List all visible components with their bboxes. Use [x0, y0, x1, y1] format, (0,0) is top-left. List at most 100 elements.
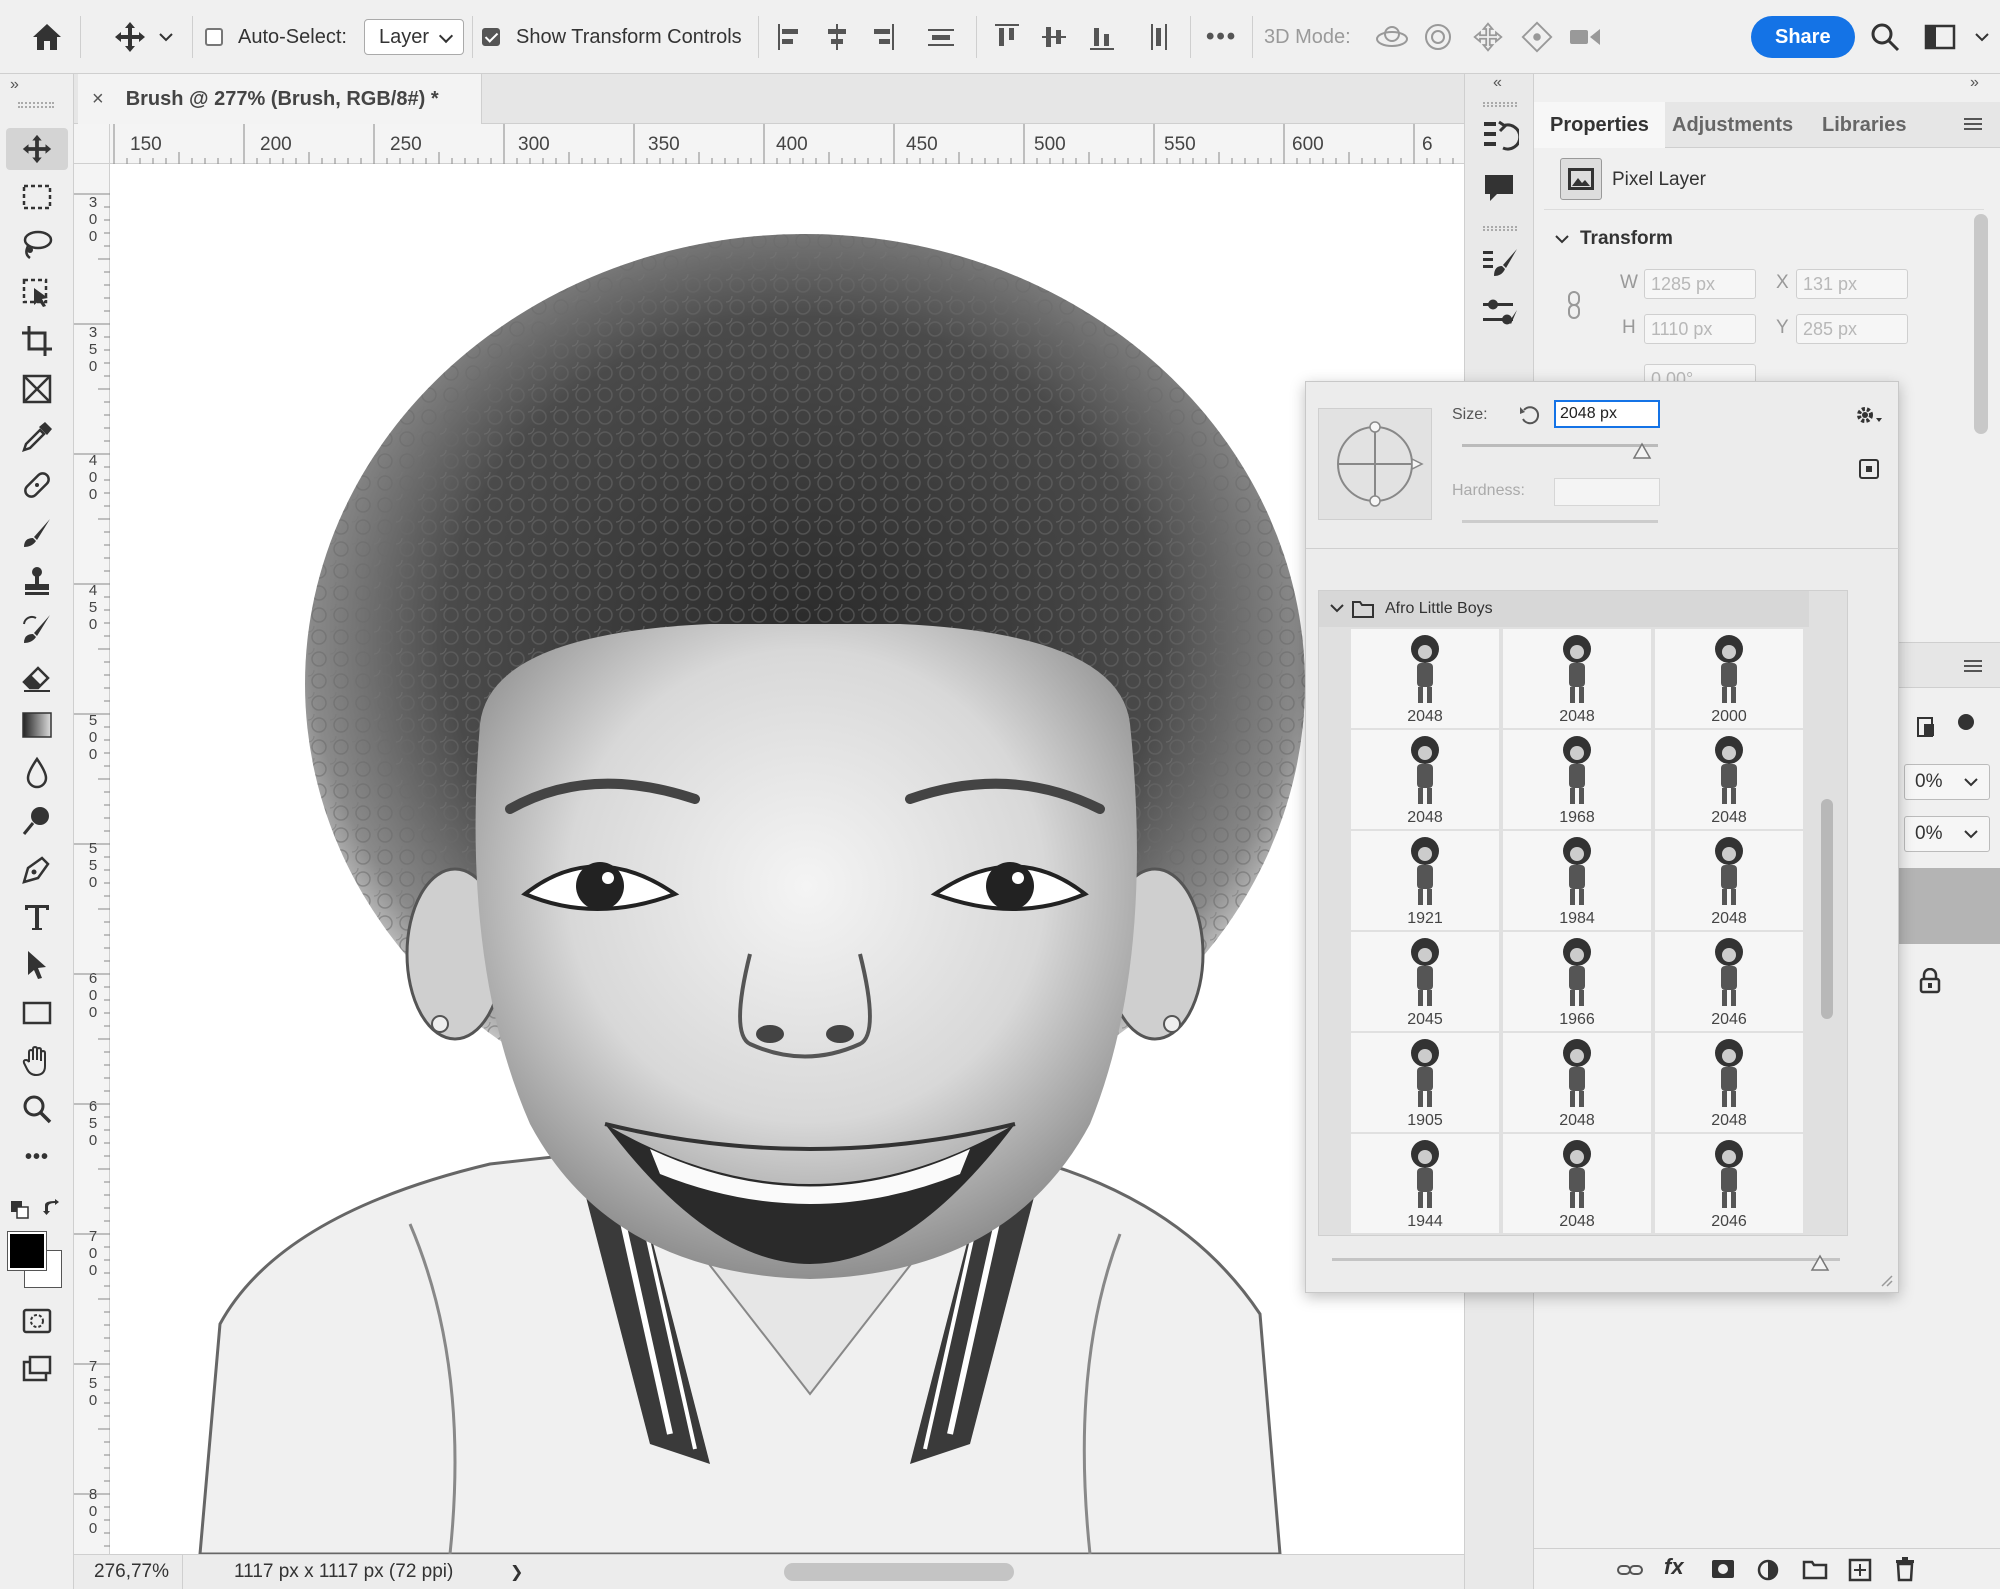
hardness-input[interactable]: [1554, 478, 1660, 506]
reset-size-icon[interactable]: [1518, 404, 1542, 431]
history-brush-tool-button[interactable]: [6, 608, 68, 650]
x-field[interactable]: 131 px: [1796, 269, 1908, 299]
history-icon[interactable]: [1481, 118, 1522, 159]
pan-3d-camera-icon[interactable]: [1472, 0, 1504, 74]
brush-preset-item[interactable]: 1921: [1351, 831, 1499, 930]
delete-layer-icon[interactable]: [1894, 1556, 1916, 1587]
hardness-slider-track[interactable]: [1462, 520, 1658, 523]
object-selection-tool-button[interactable]: [6, 272, 68, 314]
clone-stamp-tool-button[interactable]: [6, 560, 68, 602]
tab-libraries[interactable]: Libraries: [1806, 102, 1922, 148]
group-expand-chevron-icon[interactable]: [1329, 601, 1345, 620]
more-options-icon[interactable]: •••: [1206, 23, 1237, 51]
screen-mode-icon[interactable]: [6, 1348, 68, 1390]
pen-tool-button[interactable]: [6, 848, 68, 890]
brush-settings-gear-icon[interactable]: [1854, 404, 1884, 433]
move-tool-icon[interactable]: [112, 0, 148, 74]
panel-menu-icon[interactable]: [1962, 114, 1986, 139]
rectangular-marquee-tool-button[interactable]: [6, 176, 68, 218]
adjustment-layer-icon[interactable]: [1756, 1558, 1780, 1587]
brush-preset-item[interactable]: 2048: [1503, 629, 1651, 728]
distribute-horizontal-icon[interactable]: [926, 0, 956, 74]
brush-preset-item[interactable]: 2048: [1351, 730, 1499, 829]
layer-effects-icon[interactable]: fx: [1664, 1554, 1684, 1580]
brush-preset-item[interactable]: 1968: [1503, 730, 1651, 829]
zoom-tool-button[interactable]: [6, 1088, 68, 1130]
auto-select-checkbox[interactable]: [205, 0, 223, 74]
brush-preset-item[interactable]: 2046: [1655, 932, 1803, 1031]
share-button[interactable]: Share: [1751, 16, 1855, 58]
collapse-panels-icon[interactable]: «: [1493, 74, 1502, 92]
type-tool-button[interactable]: [6, 896, 68, 938]
crop-tool-button[interactable]: [6, 320, 68, 362]
brush-preset-item[interactable]: 1984: [1503, 831, 1651, 930]
tool-preset-chevron-icon[interactable]: [158, 0, 174, 74]
layers-panel-menu-icon[interactable]: [1962, 656, 1986, 681]
opacity-field[interactable]: 0%: [1904, 764, 1990, 800]
frame-tool-button[interactable]: [6, 368, 68, 410]
brush-preset-item[interactable]: 2048: [1655, 831, 1803, 930]
brush-tool-button[interactable]: [6, 512, 68, 554]
lock-pixels-icon[interactable]: [1958, 714, 1974, 730]
new-brush-preset-icon[interactable]: [1858, 458, 1880, 485]
size-slider-thumb[interactable]: [1632, 442, 1652, 465]
toolbar-grip[interactable]: [18, 102, 54, 108]
link-layers-icon[interactable]: [1616, 1560, 1644, 1585]
workspace-chevron-icon[interactable]: [1974, 0, 1990, 74]
workspace-icon[interactable]: [1924, 0, 1956, 74]
home-icon[interactable]: [30, 0, 64, 74]
zoom-level[interactable]: 276,77%: [94, 1561, 169, 1583]
align-top-icon[interactable]: [993, 0, 1021, 74]
brush-preset-item[interactable]: 1905: [1351, 1033, 1499, 1132]
comments-icon[interactable]: [1481, 170, 1517, 211]
rectangle-tool-button[interactable]: [6, 992, 68, 1034]
lock-artboard-icon[interactable]: [1914, 714, 1938, 745]
expand-toolbar-icon[interactable]: »: [10, 76, 19, 94]
document-canvas[interactable]: [110, 164, 1464, 1554]
search-icon[interactable]: [1870, 0, 1900, 74]
link-icon[interactable]: [1566, 290, 1582, 325]
gradient-tool-button[interactable]: [6, 704, 68, 746]
brush-preset-item[interactable]: 1966: [1503, 932, 1651, 1031]
show-transform-checkbox[interactable]: [482, 0, 500, 74]
tab-adjustments[interactable]: Adjustments: [1656, 102, 1809, 148]
preview-size-slider-thumb[interactable]: [1810, 1254, 1830, 1277]
default-colors-icon[interactable]: [10, 1200, 30, 1225]
align-vertical-center-icon[interactable]: [1040, 0, 1068, 74]
slide-3d-camera-icon[interactable]: [1520, 0, 1554, 74]
align-bottom-icon[interactable]: [1088, 0, 1116, 74]
align-left-icon[interactable]: [776, 0, 802, 74]
size-slider-track[interactable]: [1462, 444, 1658, 447]
swap-colors-icon[interactable]: [42, 1198, 62, 1223]
hand-tool-button[interactable]: [6, 1040, 68, 1082]
quick-mask-icon[interactable]: [6, 1300, 68, 1342]
eyedropper-tool-button[interactable]: [6, 416, 68, 458]
distribute-vertical-icon[interactable]: [1146, 0, 1172, 74]
foreground-color-swatch[interactable]: [7, 1231, 47, 1271]
brush-preset-item[interactable]: 2046: [1655, 1134, 1803, 1233]
brush-preset-item[interactable]: 2000: [1655, 629, 1803, 728]
vertical-ruler[interactable]: 300 350 400 450 500 550 600 650 700 750 …: [74, 164, 110, 1554]
roll-3d-camera-icon[interactable]: [1422, 0, 1454, 74]
path-selection-tool-button[interactable]: [6, 944, 68, 986]
preview-size-slider-track[interactable]: [1332, 1258, 1840, 1261]
resize-grip-icon[interactable]: [1878, 1272, 1894, 1293]
brush-preset-item[interactable]: 2048: [1655, 1033, 1803, 1132]
tab-properties[interactable]: Properties: [1534, 102, 1665, 148]
ruler-origin[interactable]: [74, 124, 110, 164]
brush-list-scrollbar[interactable]: [1821, 799, 1833, 1019]
brush-size-input[interactable]: 2048 px: [1554, 400, 1660, 428]
brush-preset-item[interactable]: 2045: [1351, 932, 1499, 1031]
brush-tip-preview[interactable]: [1318, 408, 1432, 520]
transform-chevron-icon[interactable]: [1554, 232, 1570, 250]
zoom-3d-camera-icon[interactable]: [1568, 0, 1604, 74]
new-layer-icon[interactable]: [1848, 1558, 1872, 1587]
new-group-icon[interactable]: [1802, 1558, 1828, 1585]
healing-brush-tool-button[interactable]: [6, 464, 68, 506]
brush-group-header[interactable]: Afro Little Boys: [1319, 591, 1809, 627]
document-tab[interactable]: × Brush @ 277% (Brush, RGB/8#) *: [78, 74, 482, 124]
blur-tool-button[interactable]: [6, 752, 68, 794]
dodge-tool-button[interactable]: [6, 800, 68, 842]
brush-preset-item[interactable]: 1944: [1351, 1134, 1499, 1233]
status-menu-arrow-icon[interactable]: ❯: [510, 1562, 523, 1582]
